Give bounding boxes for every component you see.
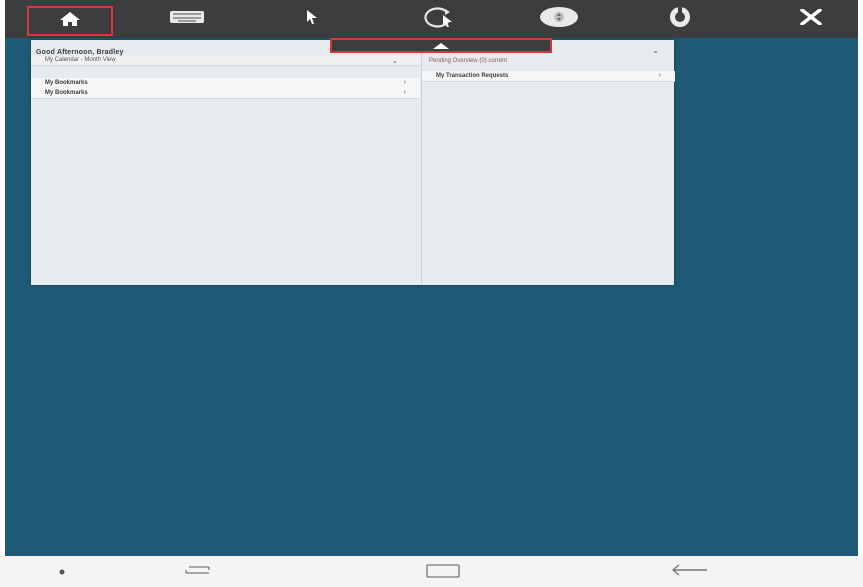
pointer-icon — [305, 9, 319, 30]
chevron-right-icon: › — [403, 79, 406, 86]
chevron-right-icon: › — [403, 89, 406, 96]
list-item[interactable]: My Transaction Requests › — [422, 71, 675, 82]
calendar-label: My Calendar - Month View — [45, 57, 116, 63]
left-column: Good Afternoon, Bradley My Calendar - Mo… — [31, 40, 420, 285]
recent-apps-icon — [181, 563, 215, 582]
home-panel: Good Afternoon, Bradley My Calendar - Mo… — [31, 40, 675, 285]
right-column: Overview, Grade Level Work ⌄ Pending Ove… — [421, 40, 675, 285]
back-arrow-icon — [669, 563, 709, 582]
chevron-down-icon[interactable]: ⌄ — [652, 46, 659, 55]
refresh-cursor-icon — [419, 6, 457, 33]
scroll-icon — [539, 6, 579, 33]
home-icon — [59, 11, 81, 32]
dot-icon[interactable] — [57, 568, 67, 576]
system-nav-bar — [0, 556, 863, 587]
chevron-down-icon: ⌄ — [392, 58, 398, 65]
close-button[interactable] — [791, 4, 831, 34]
recent-apps-button[interactable] — [180, 564, 216, 580]
calendar-row[interactable]: My Calendar - Month View ⌄ — [31, 56, 420, 66]
keyboard-icon — [169, 9, 205, 30]
home-nav-button[interactable] — [424, 563, 462, 583]
power-button[interactable] — [660, 4, 700, 34]
greeting-text: Good Afternoon, Bradley — [36, 49, 124, 56]
right-edge — [858, 0, 863, 587]
keyboard-button[interactable] — [165, 4, 209, 34]
list-item-label: My Bookmarks — [45, 80, 88, 86]
list-item-label: My Transaction Requests — [436, 73, 509, 79]
scroll-button[interactable] — [537, 4, 581, 34]
right-sub-text: Pending Overview (0) current — [429, 58, 508, 64]
remote-toolbar — [5, 0, 858, 38]
home-button[interactable] — [27, 6, 113, 36]
pointer-button[interactable] — [301, 4, 323, 34]
square-icon — [425, 563, 461, 583]
toolbar-collapse-handle[interactable] — [330, 38, 552, 53]
power-icon — [665, 5, 695, 33]
list-item[interactable]: My Bookmarks › — [31, 88, 420, 99]
chevron-right-icon: › — [658, 72, 661, 79]
close-icon — [799, 7, 823, 30]
list-item-label: My Bookmarks — [45, 90, 88, 96]
refresh-cursor-button[interactable] — [413, 4, 463, 34]
back-button[interactable] — [668, 563, 710, 582]
chevron-up-icon — [432, 37, 450, 55]
